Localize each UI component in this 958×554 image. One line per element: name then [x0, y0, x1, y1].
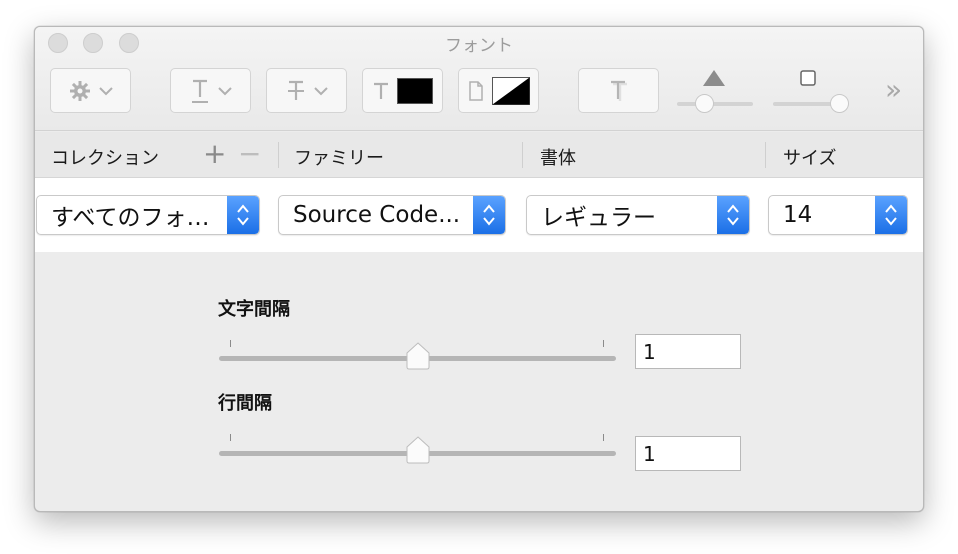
- size-popup[interactable]: 14: [768, 195, 908, 235]
- more-toolbar-items-button[interactable]: »: [885, 73, 902, 106]
- line-spacing-knob[interactable]: [405, 436, 431, 464]
- up-down-arrows-icon: [717, 196, 749, 234]
- document-color-swatch: [491, 76, 530, 105]
- typeface-header: 書体: [540, 148, 576, 169]
- title-bar: フォント »: [35, 27, 923, 131]
- chevron-down-icon: [217, 86, 232, 95]
- action-menu-button[interactable]: [50, 68, 131, 113]
- document-color-icon: [468, 80, 483, 101]
- slider-tick: [603, 434, 604, 441]
- slider-tick: [603, 340, 604, 347]
- column-divider: [522, 142, 523, 168]
- text-color-button[interactable]: [362, 68, 443, 113]
- text-shadow-icon: [610, 80, 627, 101]
- gear-icon: [69, 80, 90, 101]
- text-color-swatch: [396, 77, 433, 104]
- square-icon: [800, 70, 816, 86]
- add-collection-button[interactable]: +: [203, 137, 226, 170]
- underline-icon: [191, 79, 208, 103]
- family-header: ファミリー: [294, 148, 384, 169]
- strikethrough-menu-button[interactable]: [266, 68, 347, 113]
- character-spacing-label: 文字間隔: [218, 299, 290, 320]
- chevron-down-icon: [98, 86, 113, 95]
- family-popup-value: Source Code...: [293, 202, 461, 228]
- slider-knob[interactable]: [695, 94, 714, 113]
- underline-menu-button[interactable]: [170, 68, 251, 113]
- triangle-up-icon: [703, 70, 725, 86]
- collection-header: コレクション: [51, 148, 159, 169]
- typeface-popup[interactable]: レギュラー: [526, 195, 750, 235]
- slider-tick: [230, 340, 231, 347]
- column-header-row: コレクション + − ファミリー 書体 サイズ: [35, 132, 923, 178]
- size-header: サイズ: [783, 148, 837, 169]
- family-popup[interactable]: Source Code...: [278, 195, 506, 235]
- collection-popup-value: すべてのフォ…: [51, 205, 210, 231]
- character-spacing-knob[interactable]: [405, 342, 431, 370]
- text-color-icon: [373, 82, 388, 99]
- shadow-opacity-slider[interactable]: [677, 94, 753, 113]
- character-spacing-field[interactable]: 1: [635, 334, 741, 369]
- up-down-arrows-icon: [227, 196, 259, 234]
- strikethrough-icon: [287, 80, 304, 100]
- shadow-blur-slider[interactable]: [773, 94, 849, 113]
- up-down-arrows-icon: [875, 196, 907, 234]
- size-popup-value: 14: [783, 202, 813, 228]
- slider-knob[interactable]: [830, 94, 849, 113]
- line-spacing-label: 行間隔: [218, 393, 272, 414]
- document-color-button[interactable]: [458, 68, 539, 113]
- font-popup-row: すべてのフォ… Source Code... レギュラー 14: [35, 178, 923, 252]
- column-divider: [278, 142, 279, 168]
- slider-tick: [230, 434, 231, 441]
- up-down-arrows-icon: [473, 196, 505, 234]
- column-divider: [765, 142, 766, 168]
- text-shadow-button[interactable]: [578, 68, 659, 113]
- collection-popup[interactable]: すべてのフォ…: [36, 195, 260, 235]
- font-panel-window: フォント » コレクション + − ファミリー 書体 サイズ すべてのフォ… S…: [34, 26, 924, 512]
- remove-collection-button[interactable]: −: [238, 137, 261, 170]
- typeface-popup-value: レギュラー: [541, 205, 656, 231]
- chevron-down-icon: [313, 86, 328, 95]
- window-title: フォント: [445, 36, 513, 56]
- line-spacing-field[interactable]: 1: [635, 436, 741, 471]
